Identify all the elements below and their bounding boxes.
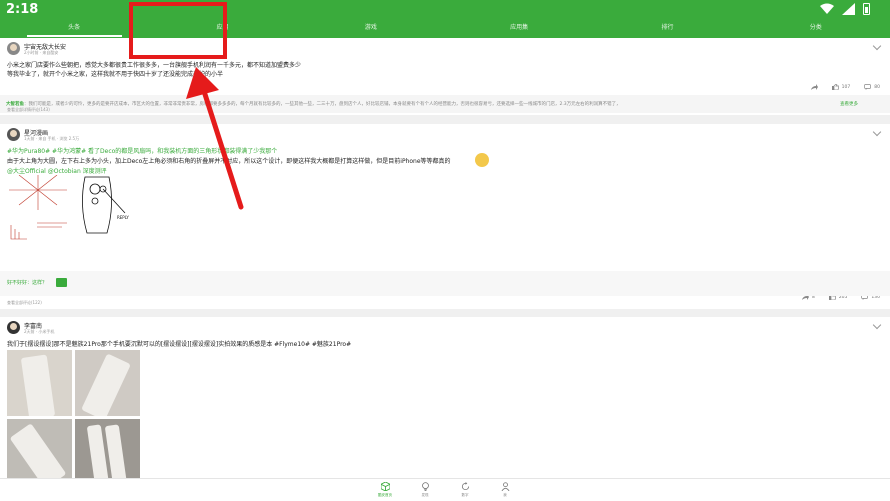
post-text-line: 由于大上角为大圆，左下右上多为小头，加上Deco左上角必须和右角的折叠屏并不对应… xyxy=(7,158,451,165)
post-meta: 1天前 · 来自 手机 · 浏览 2.5万 xyxy=(24,136,80,141)
post-meta: 2小时前 · 来自酷安 xyxy=(24,50,59,55)
tab-categories[interactable]: 分类 xyxy=(742,20,890,38)
post-text-line: 等我毕业了，就开个小米之家，这样我就不用于快四十岁了还没能完成养护的小半 xyxy=(7,71,224,78)
emoji-icon xyxy=(475,153,489,167)
chevron-down-icon[interactable] xyxy=(872,127,882,137)
wifi-icon xyxy=(820,3,834,14)
nav-discover[interactable]: 发现 xyxy=(410,482,440,498)
comment-prompt[interactable]: 好不好好：这样？ xyxy=(0,271,890,296)
post-image[interactable] xyxy=(75,419,140,478)
tab-games[interactable]: 游戏 xyxy=(297,20,445,38)
lightbulb-icon xyxy=(421,482,429,491)
nav-digital[interactable]: 数字 xyxy=(450,482,480,498)
post-text-line: 我们于[摆设摆设]那不是魅族21Pro那个手机要沉默可以的[摆设摆设][摆设摆设… xyxy=(7,341,352,348)
tab-apps[interactable]: 应用 xyxy=(148,20,296,38)
hot-comment[interactable]: 大智若鱼：我们可能是，或者少的可怜，更多的是要开店成本，市区大的位置，非常非常贵… xyxy=(0,95,890,113)
cube-icon xyxy=(380,482,390,491)
comment-prompt-text: 好不好好：这样？ xyxy=(7,280,48,286)
signal-icon xyxy=(842,3,855,15)
post-image[interactable] xyxy=(7,350,72,416)
feed-card[interactable]: 李富南 2天前 · 小米手机 我们于[摆设摆设]那不是魅族21Pro那个手机要沉… xyxy=(0,317,890,478)
status-icons xyxy=(820,3,870,15)
feed: 宇宙无敌大长安 2小时前 · 来自酷安 小米之家门店要作么些朝把，感觉大多都很贵… xyxy=(0,38,890,478)
status-bar: 2:18 xyxy=(0,0,890,20)
post-hashtags[interactable]: #华为Pura80# #华为鸿蒙# 看了Deco的都是风扇吗，和我装机方面的三角… xyxy=(7,146,277,155)
post-text-line: 小米之家门店要作么些朝把，感觉大多都很贵工作很多多，一台旗舰手机利润有一千多元，… xyxy=(7,62,302,69)
see-more-link[interactable]: 查看更多 xyxy=(840,101,858,107)
share-icon xyxy=(810,84,818,90)
battery-icon xyxy=(863,3,870,15)
svg-text:REPLY: REPLY xyxy=(117,215,129,220)
tab-rankings[interactable]: 排行 xyxy=(593,20,741,38)
post-meta: 2天前 · 小米手机 xyxy=(24,329,55,334)
feed-card[interactable]: 宇宙无敌大长安 2小时前 · 来自酷安 小米之家门店要作么些朝把，感觉大多都很贵… xyxy=(0,38,890,115)
post-mentions[interactable]: @大尘Official @Octobian 深度测评 xyxy=(7,166,107,175)
person-icon xyxy=(501,482,509,491)
chevron-down-icon[interactable] xyxy=(872,41,882,51)
hot-comment-text: 大智若鱼：我们可能是，或者少的可怜，更多的是要开店成本，市区大的位置，非常非常贵… xyxy=(6,101,621,107)
nav-label: 数字 xyxy=(461,493,469,497)
comment-icon xyxy=(864,84,872,90)
clock: 2:18 xyxy=(6,2,39,17)
like-count: 107 xyxy=(841,84,851,90)
nav-me[interactable]: 我 xyxy=(490,482,520,498)
nav-label: 我 xyxy=(503,493,507,497)
nav-label: 酷安首页 xyxy=(378,493,392,497)
avatar[interactable] xyxy=(7,128,20,141)
comment-button[interactable]: 80 xyxy=(864,84,880,90)
view-all-comments-link[interactable]: 查看全部详情评论(143) xyxy=(7,107,50,113)
refresh-icon xyxy=(461,482,469,491)
post-actions: 107 80 xyxy=(810,84,880,90)
hot-comment-body: ：我们可能是，或者少的可怜，更多的是要开店成本，市区大的位置，非常非常贵非常，房… xyxy=(24,102,621,107)
image-icon xyxy=(56,278,67,287)
avatar[interactable] xyxy=(7,321,20,334)
view-all-comments-link[interactable]: 查看全部评论(122) xyxy=(7,300,42,306)
share-button[interactable] xyxy=(810,84,818,90)
top-tab-bar: 头条 应用 游戏 应用集 排行 分类 xyxy=(0,20,890,38)
post-image[interactable] xyxy=(7,419,72,478)
tab-headlines[interactable]: 头条 xyxy=(0,20,148,38)
nav-home[interactable]: 酷安首页 xyxy=(370,482,400,498)
chevron-down-icon[interactable] xyxy=(872,320,882,330)
tab-app-collections[interactable]: 应用集 xyxy=(445,20,593,38)
comment-count: 80 xyxy=(874,84,880,90)
post-image[interactable] xyxy=(75,350,140,416)
nav-label: 发现 xyxy=(421,493,429,497)
like-button[interactable]: 107 xyxy=(831,84,851,90)
post-image-sketch[interactable]: REPLY xyxy=(7,175,137,241)
thumbs-up-icon xyxy=(831,84,839,90)
bottom-navigation: 酷安首页 发现 数字 我 xyxy=(0,478,890,501)
avatar[interactable] xyxy=(7,42,20,55)
